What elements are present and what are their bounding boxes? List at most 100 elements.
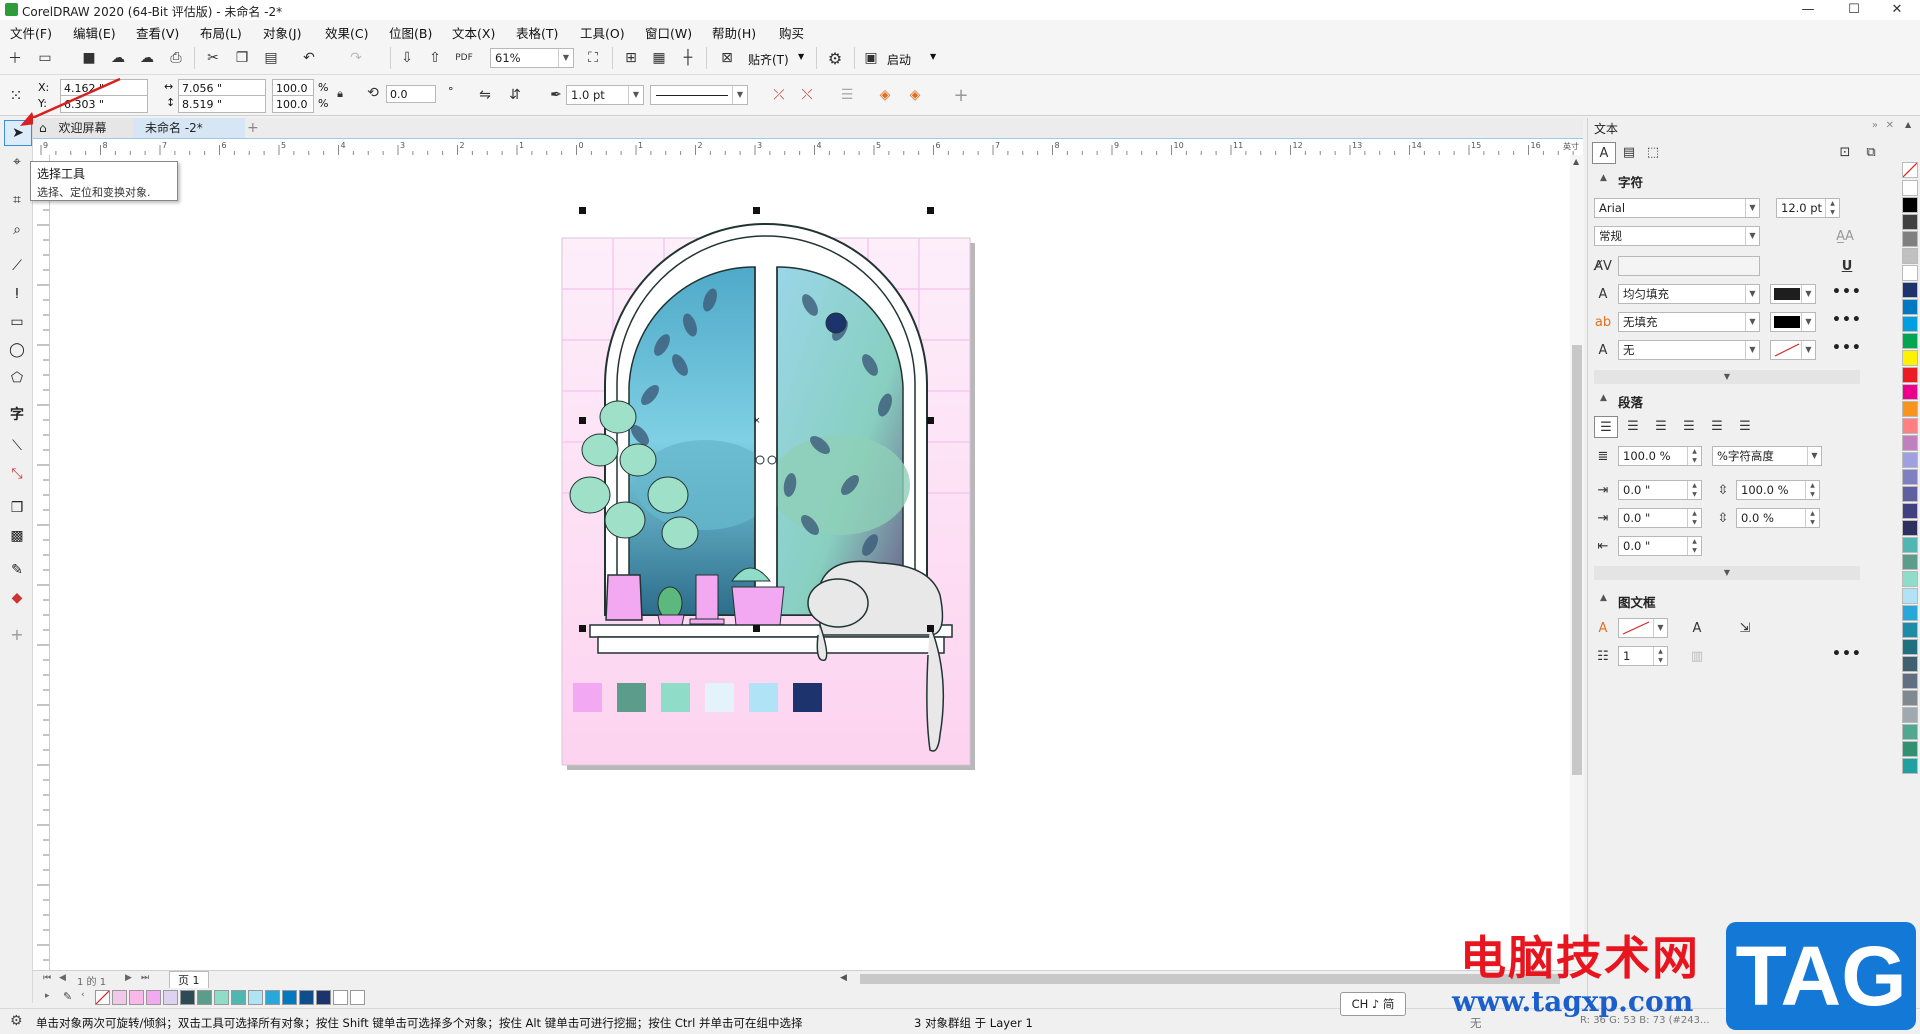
palette-color-swatch[interactable] [1902, 299, 1918, 315]
convert-to-curves-icon[interactable]: ⤫ [768, 84, 790, 106]
crop-tool-icon[interactable]: ⌗ [4, 188, 30, 212]
palette-color-swatch[interactable] [1902, 401, 1918, 417]
align-center-icon[interactable]: ☰ [1650, 416, 1672, 436]
align-right-icon[interactable]: ☰ [1678, 416, 1700, 436]
first-page-icon[interactable]: ⏮ [43, 973, 51, 983]
menu-bitmap[interactable]: 位图(B) [389, 23, 432, 42]
palette-color-swatch[interactable] [1902, 486, 1918, 502]
docker-options-icon[interactable]: ⧉ [1860, 142, 1882, 162]
text-fill-color-picker[interactable]: ▼ [1770, 284, 1816, 304]
add-tool-icon[interactable]: + [4, 622, 30, 646]
frame-tab-icon[interactable]: ⬚ [1642, 142, 1664, 162]
palette-color-swatch[interactable] [1902, 350, 1918, 366]
polygon-tool-icon[interactable]: ⬠ [4, 366, 30, 390]
background-color-picker[interactable]: ▼ [1770, 312, 1816, 332]
interactive-fill-icon[interactable]: ◆ [4, 586, 30, 610]
menu-window[interactable]: 窗口(W) [645, 23, 692, 42]
save-icon[interactable]: ■ [78, 47, 100, 69]
menu-buy[interactable]: 购买 [779, 23, 804, 42]
add-toolbar-icon[interactable]: + [950, 84, 972, 106]
palette-color-swatch[interactable] [1902, 333, 1918, 349]
paste-icon[interactable]: ▤ [260, 47, 282, 69]
palette-color-swatch[interactable] [1902, 418, 1918, 434]
palette-color-swatch[interactable] [1902, 180, 1918, 196]
docker-collapse-icon[interactable]: » [1872, 120, 1878, 131]
wrap-text-icon[interactable]: ☰ [836, 84, 858, 106]
export-pdf-icon[interactable]: PDF [453, 47, 475, 69]
char-spacing-field[interactable]: 100.0 % ▲ ▼ [1736, 480, 1820, 500]
break-apart-icon[interactable]: ⤬ [796, 84, 818, 106]
more-options-icon[interactable]: ••• [1832, 284, 1862, 300]
docker-close-icon[interactable]: ✕ [1886, 120, 1894, 131]
character-tab-icon[interactable]: A [1592, 142, 1616, 164]
export-icon[interactable]: ⇧ [424, 47, 446, 69]
palette-color-swatch[interactable] [1902, 469, 1918, 485]
document-color-swatch[interactable] [350, 990, 365, 1005]
font-case-icon[interactable]: A̲A [1834, 226, 1856, 246]
palette-color-swatch[interactable] [1902, 622, 1918, 638]
palette-color-swatch[interactable] [1902, 214, 1918, 230]
line-style-select[interactable]: ▼ [650, 85, 748, 105]
align-none-icon[interactable]: ☰ [1594, 416, 1618, 438]
frame-direction-icon[interactable]: ⇲ [1734, 618, 1756, 638]
palette-color-swatch[interactable] [1902, 690, 1918, 706]
palette-color-swatch[interactable] [1902, 724, 1918, 740]
right-indent-field[interactable]: 0.0 " ▲ ▼ [1618, 536, 1702, 556]
align-left-icon[interactable]: ☰ [1622, 416, 1644, 436]
menu-tools[interactable]: 工具(O) [580, 23, 625, 42]
document-color-swatch[interactable] [316, 990, 331, 1005]
connector-tool-icon[interactable]: ⤡ [4, 462, 30, 486]
palette-scroll-icon[interactable]: ‹ [81, 990, 85, 1000]
redo-icon[interactable]: ↷ [345, 47, 367, 69]
eyedropper-icon[interactable]: ✎ [63, 990, 72, 1003]
next-page-icon[interactable]: ▶ [125, 973, 132, 983]
vertical-ruler[interactable] [33, 155, 50, 970]
kerning-field[interactable] [1618, 256, 1760, 276]
document-color-swatch[interactable] [282, 990, 297, 1005]
text-tool-icon[interactable]: 字 [4, 402, 30, 426]
mirror-horizontal-icon[interactable]: ⇋ [474, 84, 496, 106]
document-color-swatch[interactable] [299, 990, 314, 1005]
no-color-swatch[interactable] [95, 990, 110, 1005]
vertical-scroll-thumb[interactable] [1572, 345, 1582, 775]
palette-color-swatch[interactable] [1902, 231, 1918, 247]
tab-document[interactable]: 未命名 -2* [133, 118, 245, 138]
expand-more-icon[interactable]: ▼ [1594, 370, 1860, 384]
zoom-level-select[interactable]: 61% ▼ [490, 48, 574, 68]
show-guidelines-icon[interactable]: ┼ [677, 47, 699, 69]
undo-icon[interactable]: ↶ [298, 47, 320, 69]
word-spacing-field[interactable]: 0.0 % ▲ ▼ [1736, 508, 1820, 528]
import-icon[interactable]: ⇩ [396, 47, 418, 69]
document-color-swatch[interactable] [129, 990, 144, 1005]
spacing-unit-select[interactable]: %字符高度 ▼ [1712, 446, 1822, 466]
font-size-field[interactable]: 12.0 pt ▲ ▼ [1776, 198, 1840, 218]
palette-color-swatch[interactable] [1902, 741, 1918, 757]
settings-gear-icon[interactable]: ⚙ [10, 1013, 23, 1029]
print-icon[interactable]: ⎙ [165, 47, 187, 69]
parallel-dimension-icon[interactable]: ⟍ [4, 434, 30, 458]
prev-page-icon[interactable]: ◀ [59, 973, 66, 983]
freehand-tool-icon[interactable]: ⟋ [4, 254, 30, 278]
menu-text[interactable]: 文本(X) [452, 23, 495, 42]
ellipse-tool-icon[interactable]: ◯ [4, 338, 30, 362]
last-page-icon[interactable]: ⏭ [141, 973, 149, 983]
chevron-down-icon[interactable]: ▼ [930, 52, 936, 61]
chevron-down-icon[interactable]: ▼ [798, 52, 804, 61]
docker-layout-icon[interactable]: ⊡ [1834, 142, 1856, 162]
close-button[interactable]: ✕ [1874, 0, 1920, 20]
rectangle-tool-icon[interactable]: ▭ [4, 310, 30, 334]
frame-color-picker[interactable]: ▼ [1618, 618, 1668, 638]
launch-app-icon[interactable]: ▣ [860, 47, 882, 69]
palette-color-swatch[interactable] [1902, 605, 1918, 621]
palette-color-swatch[interactable] [1902, 673, 1918, 689]
palette-color-swatch[interactable] [1902, 367, 1918, 383]
outline-pen-icon[interactable]: ✒ [545, 84, 567, 106]
more-options-icon[interactable]: ••• [1832, 340, 1862, 356]
expand-more-icon[interactable]: ▼ [1594, 566, 1860, 580]
snap-to-dropdown[interactable]: 贴齐(T) [748, 51, 789, 68]
palette-color-swatch[interactable] [1902, 197, 1918, 213]
zoom-tool-icon[interactable]: ⌕ [4, 218, 30, 242]
palette-color-swatch[interactable] [1902, 503, 1918, 519]
document-color-swatch[interactable] [265, 990, 280, 1005]
drawing-canvas[interactable]: × [50, 155, 1570, 970]
